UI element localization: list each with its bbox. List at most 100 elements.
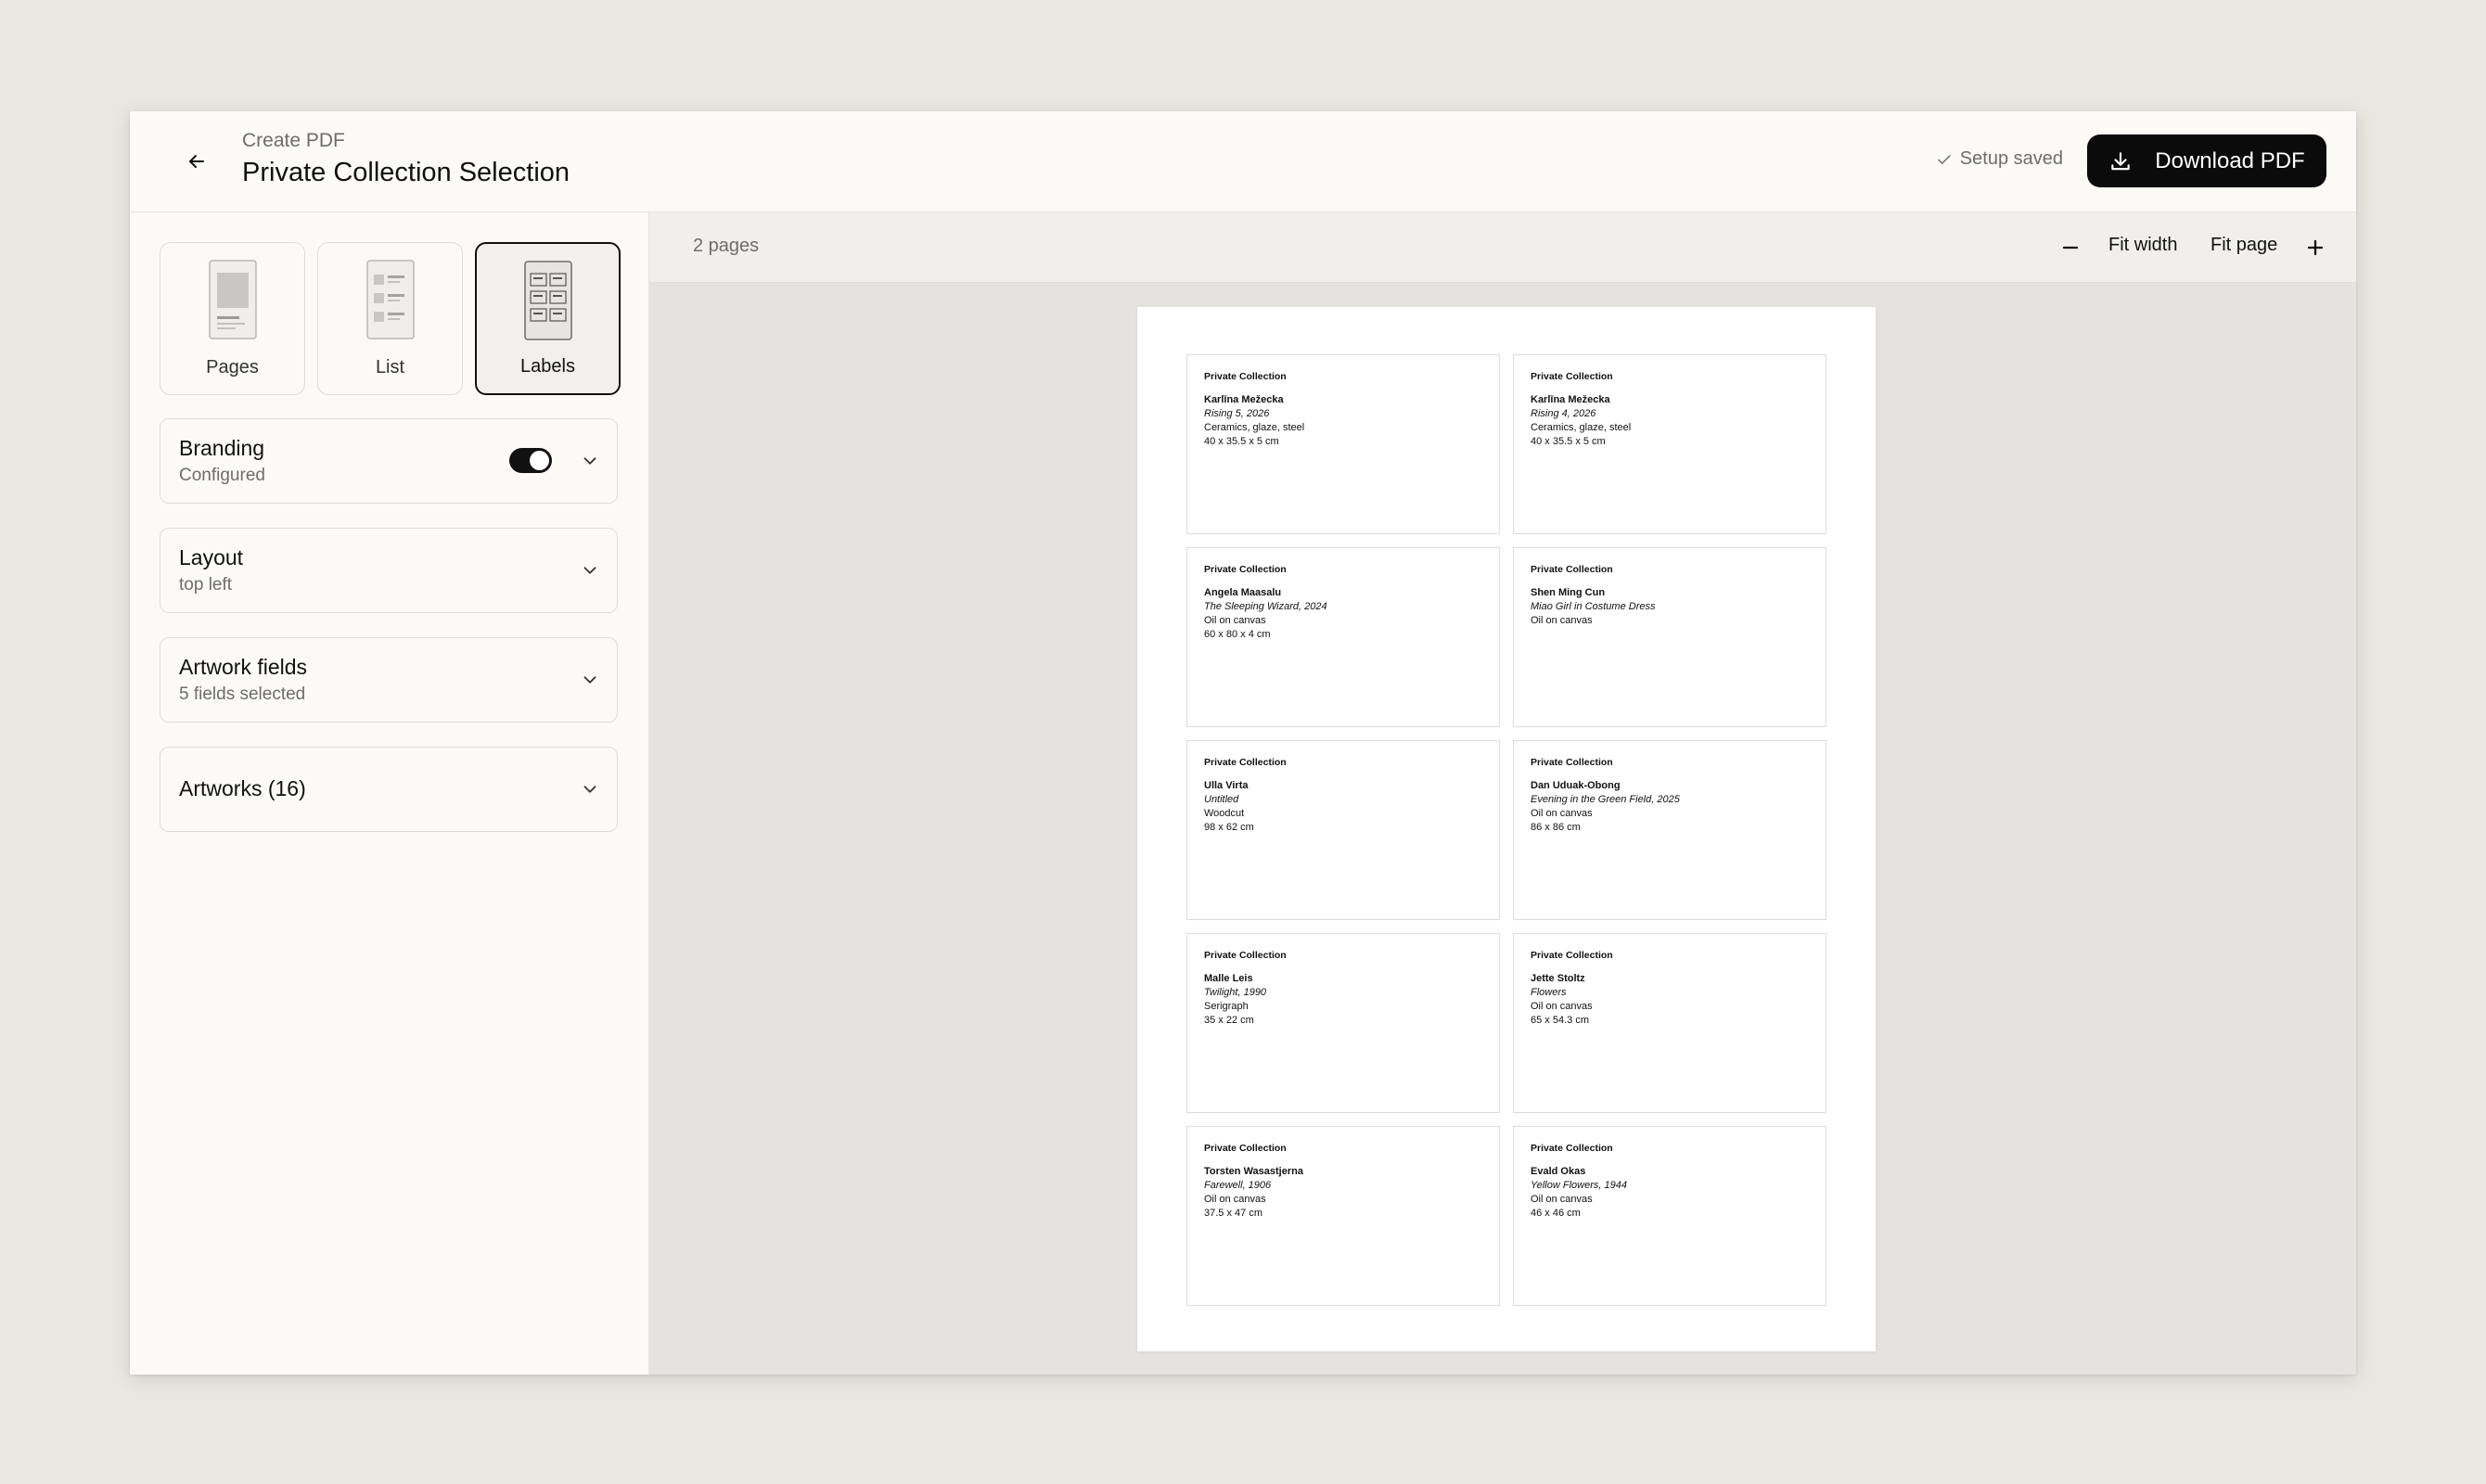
preview-toolbar: 2 pages Fit width Fit page bbox=[649, 212, 2356, 283]
artwork-label: Private Collection Karlīna Mežecka Rising … bbox=[1186, 354, 1500, 534]
label-title: Rising 5, 2026 bbox=[1204, 408, 1270, 419]
label-title: Twilight, 1990 bbox=[1204, 987, 1267, 998]
format-selector: Pages List Labels bbox=[160, 242, 621, 395]
fit-page-button[interactable]: Fit page bbox=[2210, 235, 2277, 256]
format-list-card[interactable]: List bbox=[317, 242, 463, 395]
toggle-knob bbox=[530, 451, 549, 470]
label-collection: Private Collection bbox=[1531, 1143, 1613, 1154]
label-dimensions: 86 x 86 cm bbox=[1531, 822, 1581, 833]
chevron-down-icon bbox=[583, 786, 596, 793]
label-dimensions: 35 x 22 cm bbox=[1204, 1015, 1254, 1026]
label-artist: Dan Uduak-Obong bbox=[1531, 780, 1621, 791]
label-artist: Malle Leis bbox=[1204, 973, 1253, 984]
top-bar: Create PDF Private Collection Selection … bbox=[130, 111, 2356, 212]
layout-section[interactable]: Layout top left bbox=[160, 528, 618, 613]
label-collection: Private Collection bbox=[1531, 950, 1613, 961]
label-collection: Private Collection bbox=[1204, 950, 1287, 961]
label-medium: Oil on canvas bbox=[1204, 615, 1266, 626]
back-button[interactable] bbox=[176, 141, 217, 182]
pdf-page: Private Collection Karlīna Mežecka Rising … bbox=[1137, 307, 1876, 1351]
breadcrumb: Create PDF bbox=[242, 130, 345, 151]
zoom-out-icon[interactable] bbox=[2057, 235, 2083, 261]
label-dimensions: 46 x 46 cm bbox=[1531, 1208, 1581, 1219]
fit-width-button[interactable]: Fit width bbox=[2108, 235, 2177, 256]
artwork-label: Private Collection Torsten Wasastjerna Far… bbox=[1186, 1126, 1500, 1306]
format-list-label: List bbox=[375, 357, 405, 377]
artwork-fields-section[interactable]: Artwork fields 5 fields selected bbox=[160, 637, 618, 723]
arrow-left-icon bbox=[189, 155, 204, 168]
chevron-down-icon bbox=[583, 567, 596, 574]
label-collection: Private Collection bbox=[1204, 1143, 1287, 1154]
label-collection: Private Collection bbox=[1204, 564, 1287, 575]
format-pages-label: Pages bbox=[206, 357, 259, 377]
artwork-fields-count: 5 fields selected bbox=[179, 684, 306, 704]
label-title: Flowers bbox=[1531, 987, 1567, 998]
label-medium: Serigraph bbox=[1204, 1001, 1249, 1012]
label-title: Untitled bbox=[1204, 794, 1239, 805]
format-pages-card[interactable]: Pages bbox=[160, 242, 305, 395]
page-count: 2 pages bbox=[693, 236, 760, 256]
download-pdf-label: Download PDF bbox=[2155, 147, 2305, 173]
chevron-down-icon bbox=[583, 457, 596, 465]
layout-value: top left bbox=[179, 575, 233, 595]
label-medium: Oil on canvas bbox=[1531, 1001, 1593, 1012]
artwork-fields-title: Artwork fields bbox=[179, 655, 308, 679]
artwork-label: Private Collection Shen Ming Cun Miao Girl… bbox=[1513, 547, 1826, 727]
label-medium: Oil on canvas bbox=[1531, 615, 1593, 626]
settings-sidebar: Pages List Labels Branding Configured La… bbox=[130, 212, 649, 1375]
label-title: Rising 4, 2026 bbox=[1531, 408, 1596, 419]
save-status-text: Setup saved bbox=[1959, 148, 2063, 169]
artwork-label: Private Collection Ulla Virta Untitled Wood… bbox=[1186, 740, 1500, 920]
label-medium: Oil on canvas bbox=[1531, 808, 1593, 819]
label-dimensions: 65 x 54.3 cm bbox=[1531, 1015, 1589, 1026]
label-medium: Woodcut bbox=[1204, 808, 1245, 819]
format-labels-label: Labels bbox=[520, 356, 575, 377]
artwork-label: Private Collection Jette Stoltz Flowers Oil… bbox=[1513, 933, 1826, 1113]
zoom-in-icon[interactable] bbox=[2302, 235, 2328, 261]
label-collection: Private Collection bbox=[1204, 371, 1287, 382]
label-collection: Private Collection bbox=[1531, 371, 1613, 382]
label-medium: Ceramics, glaze, steel bbox=[1204, 422, 1305, 433]
artwork-label: Private Collection Malle Leis Twilight, 19… bbox=[1186, 933, 1500, 1113]
pages-layout-icon bbox=[208, 260, 257, 339]
check-icon bbox=[1938, 154, 1951, 164]
label-title: Miao Girl in Costume Dress bbox=[1531, 601, 1656, 612]
label-title: Evening in the Green Field, 2025 bbox=[1531, 794, 1680, 805]
label-dimensions: 40 x 35.5 x 5 cm bbox=[1531, 436, 1606, 447]
label-medium: Oil on canvas bbox=[1531, 1194, 1593, 1205]
label-dimensions: 37.5 x 47 cm bbox=[1204, 1208, 1262, 1219]
label-grid: Private Collection Karlīna Mežecka Rising … bbox=[1186, 354, 1826, 1306]
label-title: Farewell, 1906 bbox=[1204, 1180, 1272, 1191]
artwork-label: Private Collection Karlīna Mežecka Rising … bbox=[1513, 354, 1826, 534]
label-artist: Karlīna Mežecka bbox=[1204, 394, 1284, 405]
label-artist: Angela Maasalu bbox=[1204, 587, 1282, 598]
label-artist: Torsten Wasastjerna bbox=[1204, 1166, 1303, 1177]
label-title: Yellow Flowers, 1944 bbox=[1531, 1180, 1627, 1191]
label-title: The Sleeping Wizard, 2024 bbox=[1204, 601, 1327, 612]
branding-section[interactable]: Branding Configured bbox=[160, 418, 618, 504]
artworks-section[interactable]: Artworks (16) bbox=[160, 747, 618, 832]
label-artist: Evald Okas bbox=[1531, 1166, 1586, 1177]
label-collection: Private Collection bbox=[1531, 564, 1613, 575]
label-collection: Private Collection bbox=[1531, 757, 1613, 768]
format-labels-card[interactable]: Labels bbox=[475, 242, 621, 395]
label-artist: Jette Stoltz bbox=[1531, 973, 1585, 984]
label-medium: Oil on canvas bbox=[1204, 1194, 1266, 1205]
branding-title: Branding bbox=[179, 436, 265, 460]
pdf-preview: 2 pages Fit width Fit page Private Colle… bbox=[649, 212, 2356, 1375]
artwork-label: Private Collection Evald Okas Yellow Flowe… bbox=[1513, 1126, 1826, 1306]
pdf-builder-window: Create PDF Private Collection Selection … bbox=[130, 111, 2356, 1375]
label-dimensions: 40 x 35.5 x 5 cm bbox=[1204, 436, 1279, 447]
labels-layout-icon bbox=[523, 261, 572, 340]
branding-toggle[interactable] bbox=[509, 448, 552, 473]
download-pdf-button[interactable]: Download PDF bbox=[2087, 134, 2326, 187]
list-layout-icon bbox=[365, 260, 415, 339]
branding-status: Configured bbox=[179, 466, 265, 485]
label-dimensions: 98 x 62 cm bbox=[1204, 822, 1254, 833]
label-medium: Ceramics, glaze, steel bbox=[1531, 422, 1632, 433]
chevron-down-icon bbox=[583, 676, 596, 684]
download-icon bbox=[2111, 151, 2131, 170]
save-status: Setup saved bbox=[1936, 148, 2063, 170]
label-artist: Ulla Virta bbox=[1204, 780, 1249, 791]
artworks-title: Artworks (16) bbox=[179, 776, 306, 800]
